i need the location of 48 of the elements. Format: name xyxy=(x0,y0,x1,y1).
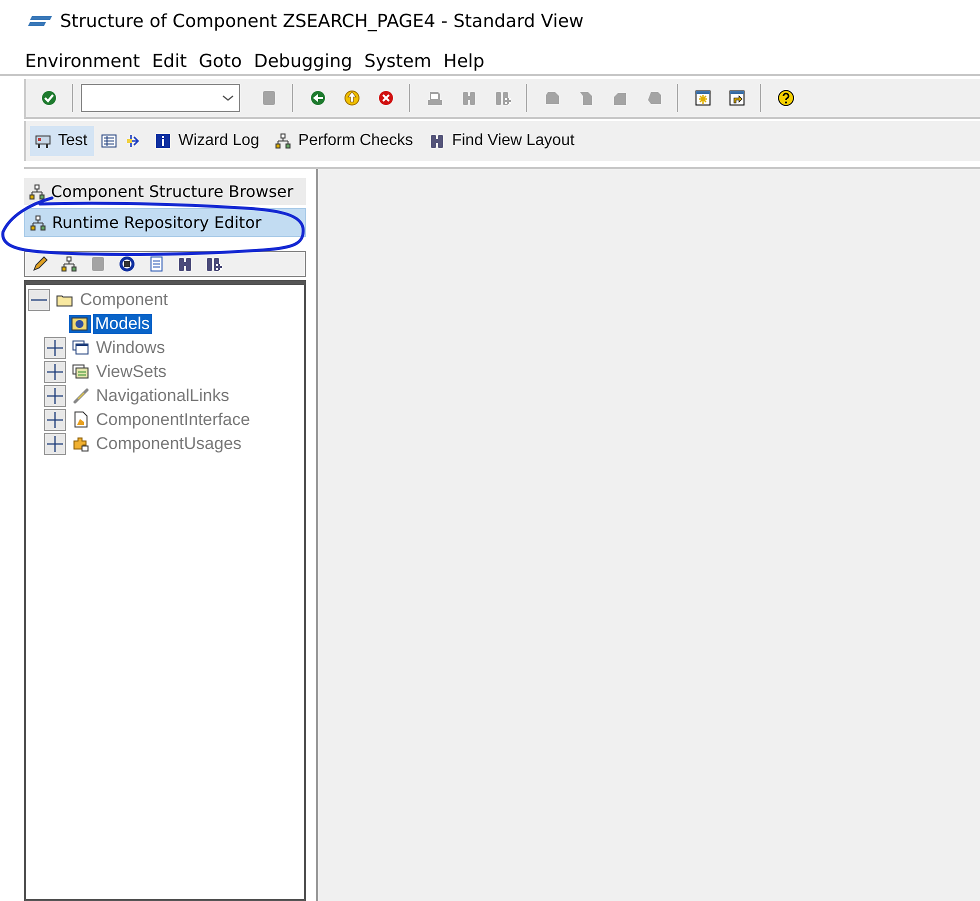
tree-node[interactable]: NavigationalLinks xyxy=(94,386,232,406)
command-field[interactable] xyxy=(81,84,240,112)
expand-toggle[interactable] xyxy=(44,337,66,359)
minus-icon xyxy=(31,299,47,301)
toolbar-button[interactable]: Test xyxy=(30,126,94,156)
window-title: Structure of Component ZSEARCH_PAGE4 - Standard View xyxy=(60,10,584,32)
plus-icon xyxy=(47,436,63,452)
toolbar-button[interactable]: Find View Layout xyxy=(424,126,582,156)
menu-item[interactable]: Edit xyxy=(150,51,188,72)
interface-icon xyxy=(72,411,90,429)
model-icon xyxy=(71,315,89,333)
info-icon xyxy=(154,132,172,150)
hierarchy-icon xyxy=(29,214,47,232)
menu-item[interactable]: Environment xyxy=(24,51,141,72)
tree-node[interactable]: ComponentInterface xyxy=(94,410,252,430)
toolbar-button[interactable]: Wizard Log xyxy=(150,126,266,156)
binoculars-icon[interactable] xyxy=(176,255,194,273)
menu-item[interactable]: Help xyxy=(442,51,486,72)
tree-node[interactable]: Windows xyxy=(94,338,167,358)
hierarchy-icon xyxy=(274,132,292,150)
menu-item[interactable]: Goto xyxy=(198,51,243,72)
plus-icon xyxy=(47,388,63,404)
logo-icon xyxy=(28,14,52,28)
tree-node[interactable]: ViewSets xyxy=(94,362,169,382)
menu-item[interactable]: Debugging xyxy=(252,51,354,72)
tree-node[interactable]: Models xyxy=(93,314,152,334)
window-icon xyxy=(72,339,90,357)
navigation-item[interactable]: Component Structure Browser xyxy=(24,178,306,205)
navigation-item[interactable]: Runtime Repository Editor xyxy=(24,208,306,237)
pencil-icon[interactable] xyxy=(31,255,49,273)
expand-toggle[interactable] xyxy=(44,409,66,431)
puzzle-icon xyxy=(72,435,90,453)
expand-toggle[interactable] xyxy=(44,385,66,407)
tree-node[interactable]: Component xyxy=(78,290,170,310)
caret-icon xyxy=(221,93,235,103)
binoculars-plus-icon[interactable] xyxy=(205,255,223,273)
hierarchy-icon[interactable] xyxy=(60,255,78,273)
plus-icon xyxy=(47,340,63,356)
plus-icon xyxy=(47,412,63,428)
tree-node[interactable]: ComponentUsages xyxy=(94,434,244,454)
expand-toggle[interactable] xyxy=(44,433,66,455)
viewset-icon xyxy=(72,363,90,381)
plus-icon xyxy=(47,364,63,380)
expand-toggle[interactable] xyxy=(44,361,66,383)
collapse-toggle[interactable] xyxy=(28,289,50,311)
hierarchy-icon xyxy=(28,182,46,200)
menu-item[interactable]: System xyxy=(363,51,432,72)
toolbar-button[interactable]: Perform Checks xyxy=(270,126,420,156)
